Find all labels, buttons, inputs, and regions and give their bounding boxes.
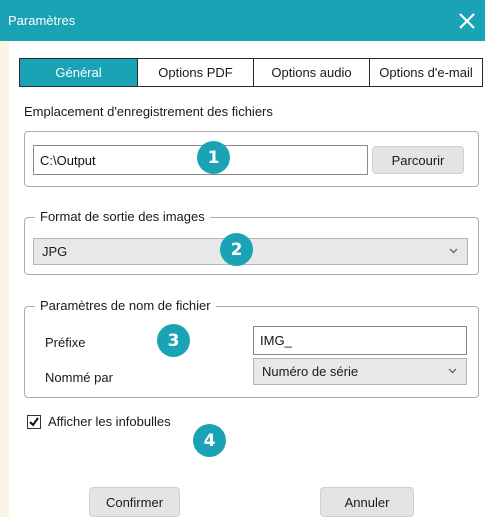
tab-label: Options PDF xyxy=(158,65,233,80)
browse-button[interactable]: Parcourir xyxy=(372,146,464,174)
tab-email-options[interactable]: Options d'e-mail xyxy=(370,59,482,86)
tooltips-checkbox[interactable] xyxy=(27,415,41,429)
named-by-select[interactable]: Numéro de série xyxy=(253,358,467,385)
chevron-down-icon xyxy=(448,368,457,373)
save-location-label: Emplacement d'enregistrement des fichier… xyxy=(24,104,273,119)
image-format-legend: Format de sortie des images xyxy=(35,209,210,225)
chevron-down-icon xyxy=(449,248,458,253)
tab-general[interactable]: Général xyxy=(20,59,138,86)
callout-badge-3: 3 xyxy=(157,324,190,357)
tab-pdf-options[interactable]: Options PDF xyxy=(138,59,254,86)
tab-audio-options[interactable]: Options audio xyxy=(254,59,370,86)
prefix-label: Préfixe xyxy=(45,335,86,350)
named-by-value: Numéro de série xyxy=(262,364,359,379)
callout-badge-2: 2 xyxy=(220,233,253,266)
window-title: Paramètres xyxy=(8,13,76,28)
cancel-button[interactable]: Annuler xyxy=(320,487,414,517)
tab-label: Options d'e-mail xyxy=(379,65,473,80)
callout-badge-4: 4 xyxy=(193,424,226,457)
tab-label: Options audio xyxy=(271,65,352,80)
filename-settings-legend: Paramètres de nom de fichier xyxy=(35,298,216,314)
checkmark-icon xyxy=(29,417,39,427)
tooltips-label: Afficher les infobulles xyxy=(48,414,171,429)
tab-label: Général xyxy=(55,65,102,80)
confirm-button[interactable]: Confirmer xyxy=(89,487,180,517)
tab-bar: Général Options PDF Options audio Option… xyxy=(19,58,483,87)
callout-badge-1: 1 xyxy=(197,141,230,174)
title-bar: Paramètres xyxy=(0,0,485,41)
close-icon[interactable] xyxy=(453,7,481,35)
named-by-label: Nommé par xyxy=(45,370,113,385)
side-strip xyxy=(0,41,9,517)
image-format-value: JPG xyxy=(42,244,68,259)
prefix-input[interactable]: IMG_ xyxy=(253,326,467,355)
